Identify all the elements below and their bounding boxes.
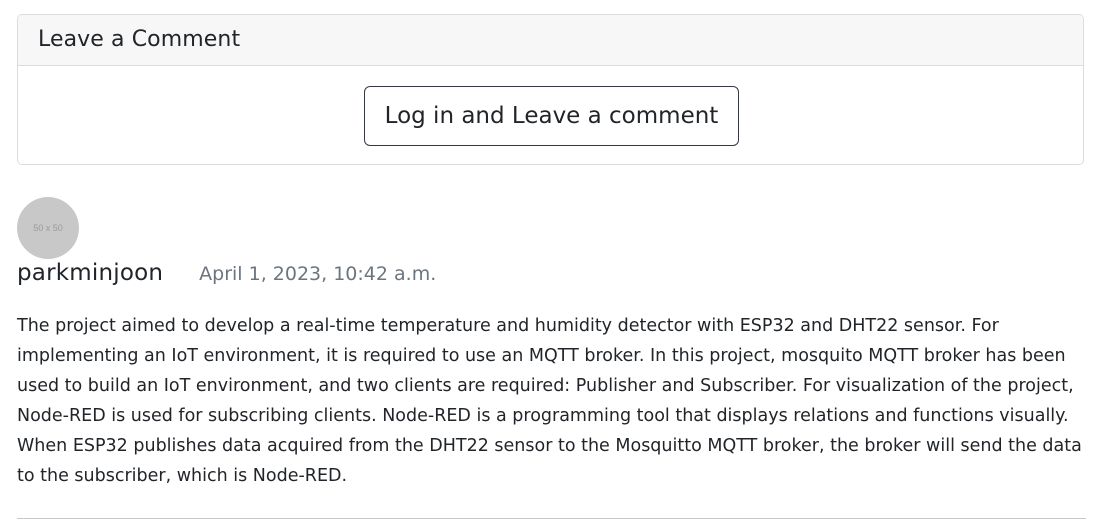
login-to-comment-button[interactable]: Log in and Leave a comment (364, 86, 739, 146)
avatar: 50 x 50 (17, 197, 79, 259)
comment-date: April 1, 2023, 10:42 a.m. (199, 263, 437, 285)
avatar-placeholder-label: 50 x 50 (33, 223, 63, 233)
card-body: Log in and Leave a comment (18, 66, 1083, 164)
comment-meta: parkminjoon April 1, 2023, 10:42 a.m. (17, 260, 436, 292)
comment-divider (17, 518, 1086, 519)
comment-text: The project aimed to develop a real-time… (17, 316, 1082, 486)
leave-comment-card: Leave a Comment Log in and Leave a comme… (17, 14, 1084, 165)
card-title: Leave a Comment (38, 27, 241, 52)
card-header: Leave a Comment (18, 15, 1083, 66)
comment-author: parkminjoon (17, 260, 164, 286)
